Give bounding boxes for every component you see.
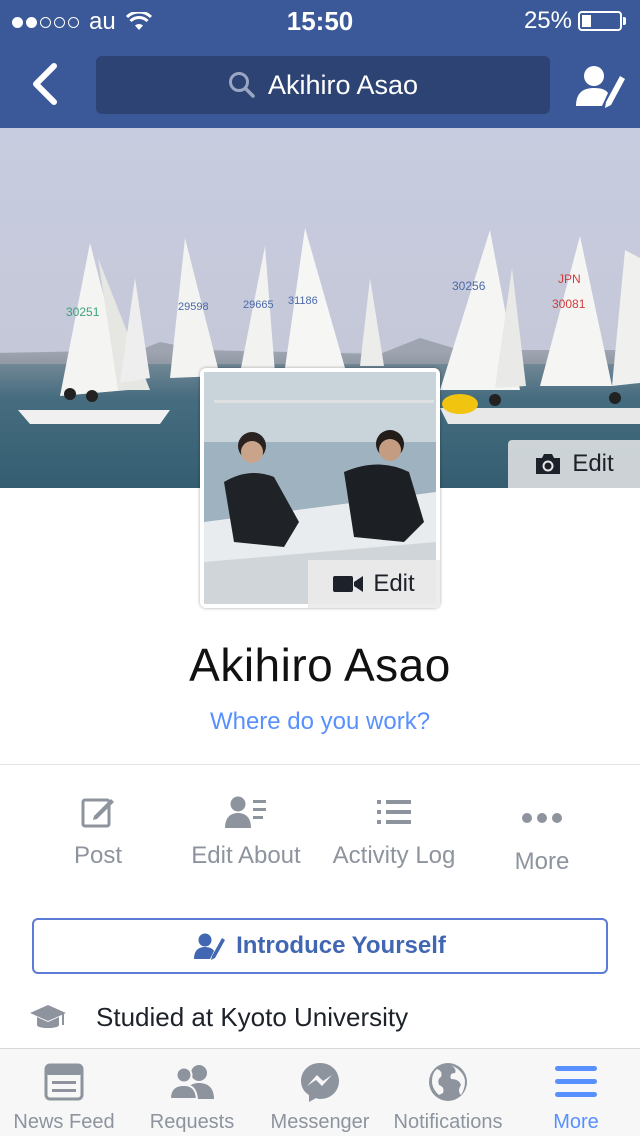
edit-about-button[interactable]: Edit About (172, 790, 320, 870)
education-item[interactable]: Studied at Kyoto University (30, 1002, 408, 1033)
battery-percent: 25% (523, 7, 572, 34)
profile-name: Akihiro Asao (189, 639, 451, 691)
education-text: Studied at Kyoto University (96, 1002, 409, 1032)
list-icon (377, 800, 411, 824)
bottom-tab-bar: News Feed Requests Messenger Notificatio… (0, 1048, 640, 1136)
battery-icon (578, 11, 622, 31)
svg-text:30256: 30256 (452, 279, 486, 293)
post-label: Post (73, 842, 123, 869)
svg-text:29665: 29665 (243, 299, 274, 311)
graduation-cap-icon (30, 1004, 66, 1028)
back-arrow-icon[interactable] (22, 58, 70, 110)
tab-requests[interactable]: Requests (128, 1055, 256, 1134)
post-button[interactable]: Post (24, 790, 172, 870)
more-label: More (514, 848, 570, 875)
tab-more[interactable]: More (512, 1055, 640, 1134)
edit-about-icon (225, 796, 266, 828)
tab-news-feed[interactable]: News Feed (0, 1055, 128, 1134)
edit-cover-button[interactable]: Edit (508, 440, 640, 488)
divider (0, 764, 640, 765)
friend-requests-icon (169, 1065, 214, 1100)
more-button[interactable]: More (468, 790, 616, 876)
compose-icon (81, 798, 114, 828)
svg-text:30081: 30081 (552, 297, 586, 311)
profile-actions: Post Edit About Activity Log More (24, 790, 616, 880)
news-feed-icon (44, 1063, 84, 1101)
tab-more-label: More (553, 1111, 599, 1133)
edit-profile-icon[interactable] (576, 62, 626, 110)
battery-status: 25% (524, 7, 626, 35)
menu-icon (555, 1066, 597, 1097)
edit-cover-label: Edit (572, 450, 614, 477)
tab-requests-label: Requests (149, 1111, 235, 1133)
tab-messenger[interactable]: Messenger (256, 1055, 384, 1134)
svg-text:JPN: JPN (558, 272, 581, 286)
navigation-bar: Akihiro Asao (0, 40, 640, 128)
tab-notifications[interactable]: Notifications (384, 1055, 512, 1134)
activity-log-label: Activity Log (332, 842, 456, 869)
status-bar: au 15:50 25% (0, 0, 640, 40)
messenger-icon (301, 1063, 339, 1102)
search-text: Akihiro Asao (267, 69, 419, 100)
edit-profile-icon (194, 933, 226, 960)
tab-messenger-label: Messenger (270, 1111, 370, 1133)
globe-icon (429, 1063, 467, 1101)
introduce-yourself-button[interactable]: Introduce Yourself (32, 918, 608, 974)
svg-text:30251: 30251 (66, 305, 100, 319)
more-dots-icon (522, 813, 562, 823)
search-icon (228, 72, 255, 98)
camera-icon (536, 454, 561, 474)
tab-notifications-label: Notifications (393, 1111, 503, 1133)
tab-news-feed-label: News Feed (13, 1111, 115, 1133)
svg-text:29598: 29598 (178, 301, 209, 313)
svg-text:31186: 31186 (288, 295, 318, 307)
profile-picture[interactable]: Edit (200, 368, 440, 608)
edit-about-label: Edit About (191, 842, 301, 869)
video-camera-icon (333, 576, 364, 592)
edit-profile-picture-button[interactable]: Edit (308, 560, 440, 608)
add-work-link[interactable]: Where do you work? (0, 708, 640, 736)
activity-log-button[interactable]: Activity Log (320, 790, 468, 870)
edit-picture-label: Edit (373, 570, 415, 597)
search-bar[interactable]: Akihiro Asao (96, 56, 550, 114)
introduce-yourself-label: Introduce Yourself (236, 932, 446, 959)
